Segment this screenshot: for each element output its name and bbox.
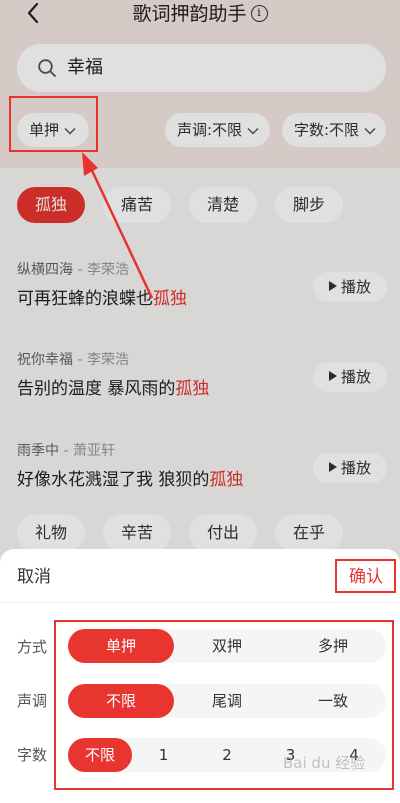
mode-label: 方式 <box>17 638 48 656</box>
annotation-arrow <box>82 152 154 299</box>
confirm-button[interactable]: 确认 <box>349 565 383 589</box>
watermark: Bai du 经验 <box>283 754 366 772</box>
annotation-highlight-box <box>9 96 98 152</box>
tone-option-label: 声调 <box>17 692 48 710</box>
cancel-button[interactable]: 取消 <box>17 565 51 589</box>
count-option-label: 字数 <box>17 746 48 764</box>
divider <box>0 602 400 603</box>
